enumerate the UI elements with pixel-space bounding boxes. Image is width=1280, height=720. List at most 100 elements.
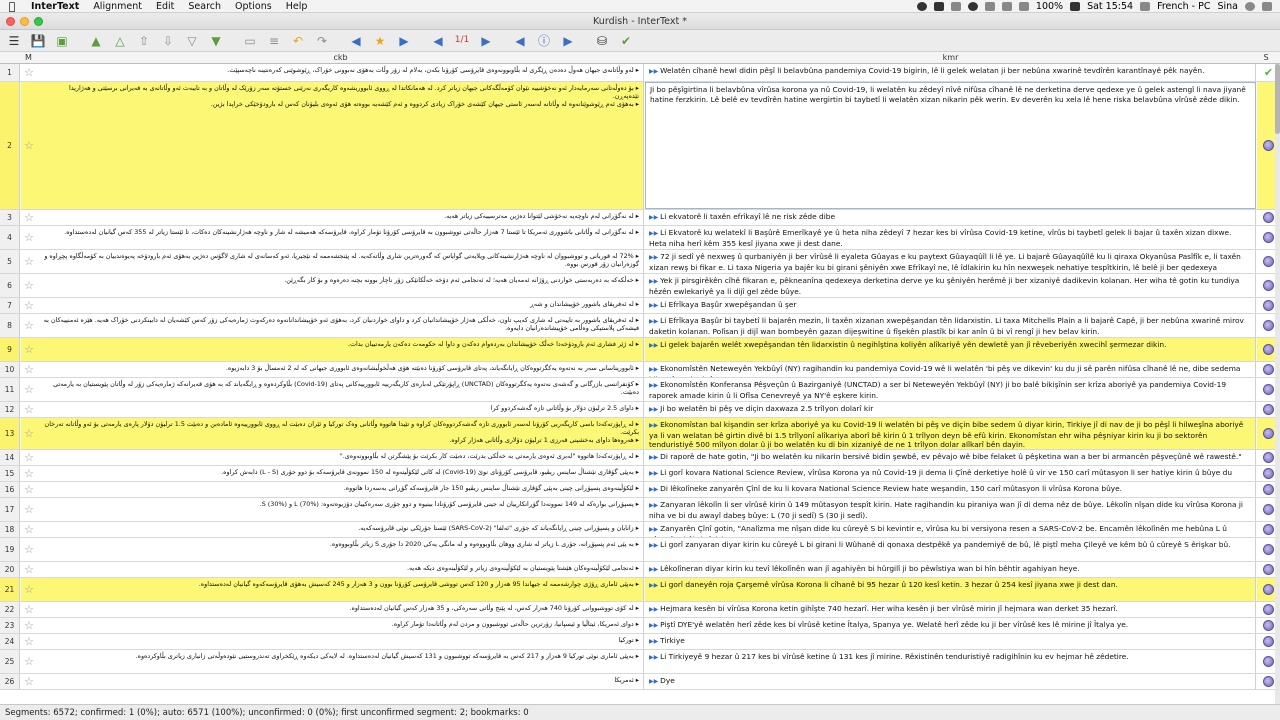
next-unconfirmed-icon[interactable]: ▶ [558, 32, 578, 50]
bookmark-star-icon[interactable]: ☆ [21, 338, 37, 361]
kmr-cell[interactable]: ▶▶ 72 ji sedî yê nexweş û qurbaniyên ji … [645, 250, 1256, 273]
bookmark-star-icon[interactable]: ☆ [21, 250, 37, 273]
ckb-cell[interactable]: ▸ داوای 2.5 ترلیۆن دۆلار بۆ وڵاتانی تازە… [37, 402, 644, 417]
bookmark-star-icon[interactable]: ☆ [21, 226, 37, 249]
segment-row[interactable]: 24 ☆ ▸ تورکیا ▶▶ Tirkiye [0, 634, 1280, 650]
kmr-cell[interactable]: ▶▶ Li ekvatorê li taxên efrîkayî lê ne r… [645, 210, 1256, 225]
bookmark-star-icon[interactable]: ☆ [21, 274, 37, 297]
next-bookmark-icon[interactable]: ▶ [394, 32, 414, 50]
spotlight-icon[interactable] [1245, 1, 1255, 11]
bookmark-star-icon[interactable]: ☆ [21, 362, 37, 377]
previous-segment-icon[interactable]: ◀ [428, 32, 448, 50]
segment-row[interactable]: 12 ☆ ▸ داوای 2.5 ترلیۆن دۆلار بۆ وڵاتانی ت… [0, 402, 1280, 418]
kmr-cell[interactable]: ▶▶ Li Efrîkaya Başûr bi taybetî li bajar… [645, 314, 1256, 337]
segment-row[interactable]: 13 ☆ ▸ لە ڕاپۆرتەکەدا باسی کاریگەریی کۆرۆن… [0, 418, 1280, 450]
ckb-cell[interactable]: ▸ خەڵکەکە بە دەربەستی خواردنی ڕۆژانە ئەم… [37, 274, 644, 297]
kmr-cell[interactable]: ▶▶ Hejmara kesên bi vîrûsa Korona ketin … [645, 602, 1256, 617]
segment-row[interactable]: 6 ☆ ▸ خەڵکەکە بە دەربەستی خواردنی ڕۆژانە ئ… [0, 274, 1280, 298]
menu-edit[interactable]: Edit [149, 1, 181, 12]
menu-help[interactable]: Help [279, 1, 315, 12]
bookmark-star-icon[interactable]: ☆ [21, 674, 37, 689]
battery-icon[interactable] [1070, 1, 1081, 11]
segment-row[interactable]: 7 ☆ ▸ لە ئەفریقای باشوور خۆپیشاندان و شەڕ ▶… [0, 298, 1280, 314]
kmr-cell[interactable]: ▶▶ Ekonomîstên Neteweyên Yekbûyî (NY) ra… [645, 362, 1256, 377]
bookmark-star-icon[interactable]: ☆ [21, 298, 37, 313]
bluetooth-icon[interactable] [984, 1, 995, 11]
ckb-cell[interactable]: ▸ ئەنجامی لێکۆڵینەوەکان هێشتا پێویستیان … [37, 562, 644, 577]
segment-row[interactable]: 21 ☆ ▸ بەپێی ئاماری ڕۆژی چوارشەممە لە جیها… [0, 578, 1280, 602]
ckb-cell[interactable]: ▸ لە نەگۆڕانی لەم ناوچەیە نەخۆشی لێتوانا… [37, 210, 644, 225]
previous-unconfirmed-icon[interactable]: ◀ [510, 32, 530, 50]
segment-row[interactable]: 18 ☆ ▸ زانایان و پسپۆڕانی چینی ڕایانگەیاند… [0, 522, 1280, 538]
kmr-cell[interactable]: ▶▶ Li gorî zanyaran diyar kirin ku cûrey… [645, 538, 1256, 561]
kmr-cell[interactable]: ▶▶ Li gorî kovara National Science Revie… [645, 466, 1256, 481]
ckb-cell[interactable]: ▸ ئەمریکا [37, 674, 644, 689]
redo-icon[interactable]: ↷ [312, 32, 332, 50]
confirm-icon[interactable]: ✔ [616, 32, 636, 50]
ckb-cell[interactable]: ▸ لە ڕاپۆرتەکەدا هاتووە "لەبری ئەوەی یار… [37, 450, 644, 465]
ckb-cell[interactable]: ▸ پسپۆڕانی بوارەکە لە 149 نموونەدا گۆڕان… [37, 498, 644, 521]
undo-icon[interactable]: ↶ [288, 32, 308, 50]
segment-row[interactable]: 22 ☆ ▸ لە کۆی تووشبووانی کۆرۆنا 740 هەزار … [0, 602, 1280, 618]
menu-alignment[interactable]: Alignment [86, 1, 149, 12]
ckb-cell[interactable]: ▸ بەپێی گۆڤاری نێشناڵ ساینس ریڤیو، ڤایرۆ… [37, 466, 644, 481]
ckb-cell[interactable]: ▸ لە ژێر فشاری ئەم بارودۆخەدا خەڵک خۆپیش… [37, 338, 644, 361]
kmr-cell[interactable]: ▶▶ Dye [645, 674, 1256, 689]
ckb-cell[interactable]: ▸ دوای ئەمریکا، ئیتاڵیا و ئیسپانیا، زۆرت… [37, 618, 644, 633]
column-header-s[interactable]: S [1257, 53, 1275, 62]
shift-down-icon[interactable]: ⇩ [158, 32, 178, 50]
kmr-cell[interactable]: ▶▶ Zanyarên Çînî gotin, "Analîzma me nîş… [645, 522, 1256, 537]
kmr-cell[interactable]: ▶▶ Li Ekvatorê ku welatekî li Başûrê Eme… [645, 226, 1256, 249]
move-down-icon[interactable]: ▼ [206, 32, 226, 50]
vertical-scrollbar[interactable] [1275, 64, 1280, 704]
kmr-cell[interactable]: ▶▶ Li Tirkiyeyê 9 hezar û 217 kes bi vîr… [645, 650, 1256, 673]
menu-search[interactable]: Search [181, 1, 228, 12]
menu-options[interactable]: Options [228, 1, 279, 12]
kmr-cell[interactable]: ▶▶ Yek ji pirsgirêkên cîhê fikaran e, pê… [645, 274, 1256, 297]
kmr-cell[interactable]: ▶▶ Di raporê de hate gotin, "Ji bo welat… [645, 450, 1256, 465]
bookmark-star-icon[interactable]: ☆ [21, 602, 37, 617]
find-binoculars-icon[interactable]: ⛁ [592, 32, 612, 50]
help-icon[interactable]: ⓘ [534, 32, 554, 50]
ckb-cell[interactable]: ▸ لە نەگۆڕانی لە وڵاتانی باشووری ئەمریکا… [37, 226, 644, 249]
grid-icon[interactable] [933, 1, 944, 11]
kmr-cell[interactable]: ▶▶ Li Efrîkaya Başûr xwepêşandan û şer [645, 298, 1256, 313]
save-icon[interactable]: 💾 [28, 32, 48, 50]
segment-row[interactable]: 19 ☆ ▸ بە پێی ئەم پسپۆڕانە، جۆری L زیاتر ل… [0, 538, 1280, 562]
bookmark-star-icon[interactable]: ☆ [21, 418, 37, 449]
ckb-cell[interactable]: ▸ لێکۆڵینەوەی پسپۆڕانی چینی بەپێی گۆڤاری… [37, 482, 644, 497]
segment-row[interactable]: 5 ☆ ▸ 72% لە قوربانی و تووشبووان لە ناوچە … [0, 250, 1280, 274]
bookmark-star-icon[interactable]: ☆ [21, 578, 37, 601]
next-segment-icon[interactable]: ▶ [476, 32, 496, 50]
kmr-cell[interactable]: ▶▶ Tirkiye [645, 634, 1256, 649]
ckb-cell[interactable]: ▸ لەو وڵاتانەی جیهان هەوڵ دەدەن ڕێگری لە… [37, 64, 644, 81]
bookmark-star-icon[interactable]: ☆ [21, 82, 37, 209]
clock[interactable]: Sat 15:54 [1087, 1, 1133, 12]
bookmark-star-icon[interactable]: ☆ [21, 402, 37, 417]
edit-icon[interactable]: ▭ [240, 32, 260, 50]
ckb-cell[interactable]: ▸ بۆ دەوڵەتانی سەرمایەدار ئەو نەخۆشییە ن… [37, 82, 644, 209]
bookmark-star-icon[interactable]: ☆ [21, 650, 37, 673]
bookmark-star-icon[interactable]: ☆ [21, 466, 37, 481]
segment-row[interactable]: 14 ☆ ▸ لە ڕاپۆرتەکەدا هاتووە "لەبری ئەوەی … [0, 450, 1280, 466]
export-icon[interactable]: ▣ [52, 32, 72, 50]
wifi-icon[interactable] [1001, 1, 1012, 11]
record-icon[interactable] [916, 1, 927, 11]
kmr-cell[interactable]: ▶▶ Li gelek bajarên welêt xwepêşandan tê… [645, 338, 1256, 361]
kmr-cell[interactable]: ▶▶ Di lêkolîneke zanyarên Çînî de ku li … [645, 482, 1256, 497]
kmr-cell[interactable]: Ji bo pêşîgirtina li belavbûna vîrûsa ko… [645, 82, 1256, 209]
bookmark-star-icon[interactable]: ☆ [21, 618, 37, 633]
segment-row[interactable]: 25 ☆ ▸ بەپێی ئاماری نوێی تورکیا 9 هەزار و … [0, 650, 1280, 674]
bookmark-star-icon[interactable]: ☆ [21, 522, 37, 537]
kmr-cell[interactable]: ▶▶ Welatên cîhanê hewl didin pêşî li bel… [645, 64, 1256, 81]
bookmark-star-icon[interactable]: ☆ [21, 562, 37, 577]
kmr-cell[interactable]: ▶▶ Piştî DYE'yê welatên herî zêde kes bi… [645, 618, 1256, 633]
segment-row[interactable]: 26 ☆ ▸ ئەمریکا ▶▶ Dye [0, 674, 1280, 690]
bookmark-star-icon[interactable]: ☆ [21, 64, 37, 81]
bookmark-star-icon[interactable]: ☆ [21, 378, 37, 401]
segment-row[interactable]: 15 ☆ ▸ بەپێی گۆڤاری نێشناڵ ساینس ریڤیو، ڤا… [0, 466, 1280, 482]
bookmark-star-icon[interactable]: ☆ [21, 498, 37, 521]
segment-row[interactable]: 9 ☆ ▸ لە ژێر فشاری ئەم بارودۆخەدا خەڵک خۆپ… [0, 338, 1280, 362]
bookmark-star-icon[interactable]: ☆ [21, 210, 37, 225]
move-up-icon[interactable]: ▲ [86, 32, 106, 50]
